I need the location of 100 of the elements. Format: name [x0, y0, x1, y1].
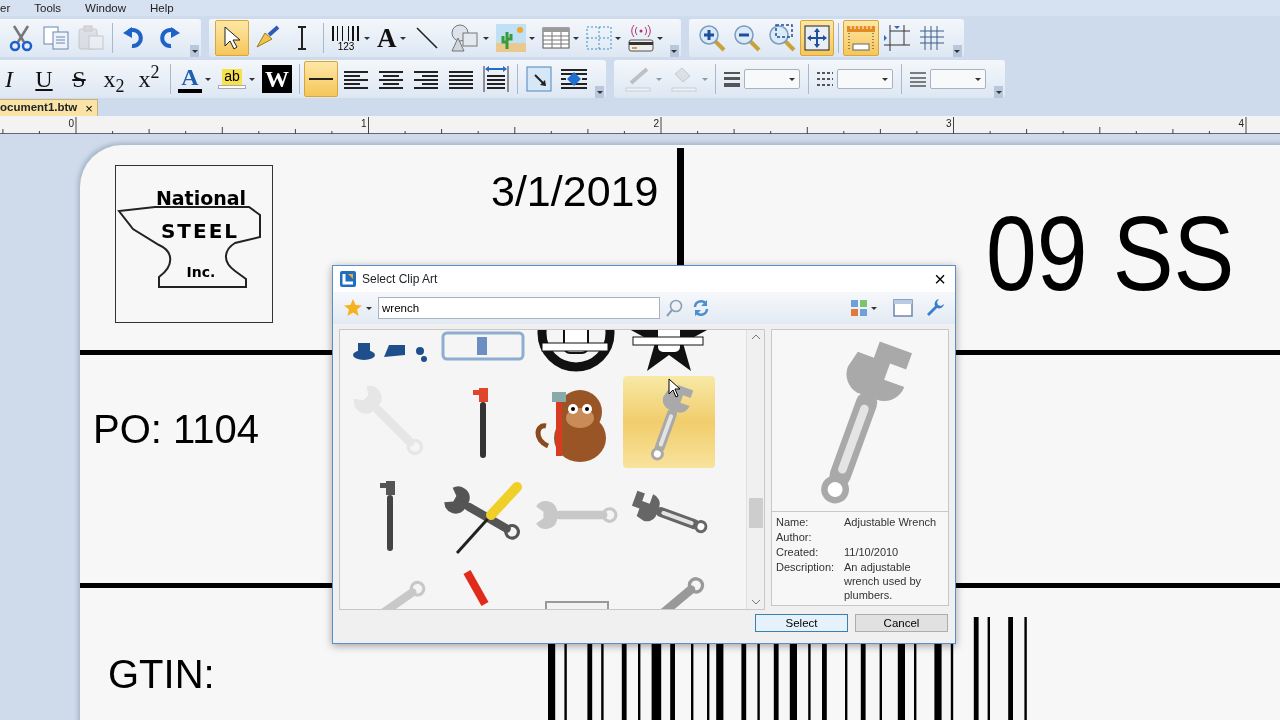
ruler-number: 2	[653, 117, 659, 129]
line-style-button[interactable]	[304, 61, 338, 97]
letter-a-icon: A	[377, 24, 397, 52]
style-dropdown[interactable]	[930, 69, 986, 89]
scissors-icon	[8, 24, 34, 52]
subscript-icon: x$_{2}$	[103, 67, 125, 91]
underline-u-icon: U	[35, 67, 53, 91]
italic-button[interactable]: I	[0, 61, 26, 97]
chevron-up-icon	[750, 334, 761, 340]
dotted-grid-icon	[585, 26, 612, 50]
ruler-icon	[845, 24, 876, 52]
detail-value: Adjustable Wrench	[844, 515, 938, 529]
select-button[interactable]: Select	[755, 614, 848, 632]
detail-label: Description:	[776, 560, 836, 575]
clip-art-item[interactable]	[623, 376, 715, 468]
detail-label: Name:	[776, 515, 810, 529]
detail-label: Created:	[776, 545, 820, 559]
menu-item[interactable]: Tools	[34, 1, 72, 15]
grid-icon	[918, 25, 945, 51]
underline-button[interactable]: U	[27, 61, 61, 97]
gtin-text: GTIN:	[108, 654, 215, 694]
align-right-icon	[413, 68, 439, 90]
wrench-icon	[925, 298, 945, 318]
thumbnails-icon	[850, 299, 868, 317]
crop-margins-icon	[882, 24, 911, 52]
highlight-button[interactable]: ab	[215, 61, 258, 97]
document-tab-title: ocument1.btw	[0, 100, 78, 116]
diagonal-line-icon	[414, 26, 439, 50]
toolbar-options-button[interactable]	[669, 45, 679, 57]
ruler-number: 3	[945, 117, 952, 129]
fit-button[interactable]	[799, 20, 834, 56]
brush-icon	[623, 66, 653, 92]
color-bar-icon	[178, 89, 202, 93]
search-icon	[666, 299, 684, 317]
close-button[interactable]: ×	[925, 269, 955, 289]
pipe-wrench-drawing	[473, 388, 488, 458]
scroll-thumb[interactable]	[748, 498, 763, 528]
rfid-card-icon	[627, 24, 654, 52]
text-button[interactable]: A	[374, 20, 409, 56]
detail-label: Author:	[776, 530, 813, 544]
toolbar-options-button[interactable]	[190, 45, 199, 57]
zoom-in-icon	[697, 24, 726, 52]
align-center-icon	[378, 68, 404, 90]
barcode-digits: 123	[337, 41, 355, 52]
dialog-title: Select Clip Art	[362, 271, 438, 288]
copy-icon	[42, 25, 70, 51]
search-field[interactable]: wrench	[378, 297, 660, 319]
four-arrows-icon	[803, 25, 830, 51]
letter-a-icon: A	[181, 65, 199, 89]
italic-i-icon: I	[5, 67, 13, 91]
style-dropdown[interactable]	[837, 69, 893, 89]
app-logo-icon	[340, 271, 356, 287]
clipboard-icon	[77, 25, 105, 51]
strikethrough-s-icon: S	[72, 67, 86, 91]
chevron-down-icon	[750, 599, 761, 605]
horizontal-line-icon	[309, 77, 333, 81]
scrollbar[interactable]	[746, 330, 764, 609]
document-tab[interactable]: ocument1.btw ×	[0, 99, 98, 116]
panel-icon	[893, 299, 913, 317]
table-icon	[541, 26, 570, 50]
font-color-button[interactable]: A	[175, 61, 214, 97]
anchor-box-icon	[526, 66, 552, 92]
view-button[interactable]	[848, 299, 879, 317]
superscript-icon: x$^{2}$	[138, 67, 160, 91]
pipe-wrench-drawing	[380, 481, 395, 551]
toolbar-options-button[interactable]	[952, 45, 962, 57]
menu-item[interactable]: er	[0, 1, 21, 15]
toolbar-options-button[interactable]	[595, 86, 604, 98]
menu-item[interactable]: Help	[150, 1, 184, 15]
strike-button[interactable]: S	[62, 61, 96, 97]
cancel-button[interactable]: Cancel	[855, 614, 948, 632]
line-width-icon	[724, 70, 740, 88]
pointer-arrow-icon	[222, 25, 242, 51]
detail-value: 11/10/2010	[844, 545, 900, 559]
dashed-lines-icon	[817, 70, 833, 88]
superscript-button[interactable]: x$^{2}$	[132, 61, 166, 97]
zoom-out-icon	[732, 24, 761, 52]
barcode-button[interactable]: 123	[328, 20, 373, 56]
redo-arrow-icon	[157, 26, 181, 50]
close-tab-button[interactable]: ×	[85, 101, 93, 115]
refresh-icon	[692, 299, 710, 317]
diamond-lines-icon	[560, 67, 588, 91]
toolbar-options-button[interactable]	[994, 86, 1003, 98]
text-cursor-icon	[295, 25, 309, 51]
menu-item[interactable]: Window	[85, 1, 136, 15]
desert-picture-icon	[495, 24, 526, 52]
ruler-number: 1	[360, 117, 367, 129]
po-number-text: PO: 1104	[93, 409, 260, 449]
ruler-button[interactable]	[842, 20, 879, 56]
paint-bucket-icon	[669, 66, 699, 92]
barcode-icon	[331, 24, 361, 42]
ruler-number: 4	[1238, 117, 1244, 129]
style-dropdown[interactable]	[744, 69, 800, 89]
letter-spacing-icon	[482, 65, 510, 93]
preview-pane-button[interactable]	[891, 299, 915, 317]
subscript-button[interactable]: x$_{2}$	[97, 61, 131, 97]
pointer-button[interactable]	[215, 20, 249, 56]
brush-icon	[253, 25, 281, 51]
star-icon	[343, 298, 363, 318]
detail-value: An adjustable wrench used by plumbers.	[844, 560, 923, 602]
